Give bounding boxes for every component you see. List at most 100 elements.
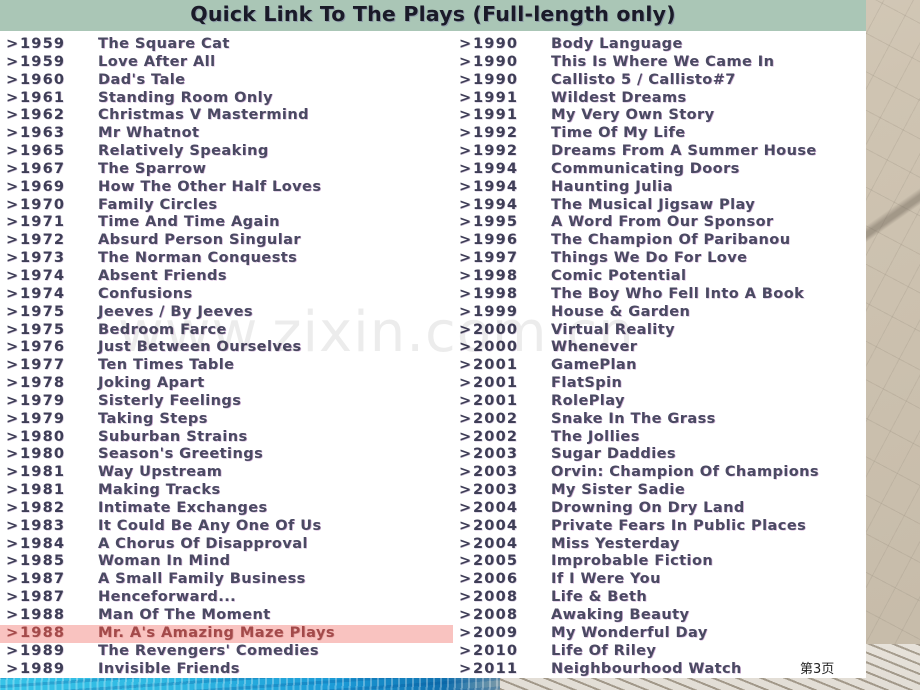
play-list-item[interactable]: >1987 A Small Family Business xyxy=(0,571,453,589)
play-list-item[interactable]: >1990 This Is Where We Came In xyxy=(453,54,866,72)
play-title[interactable]: A Word From Our Sponsor xyxy=(551,214,774,232)
play-title[interactable]: Snake In The Grass xyxy=(551,411,716,429)
play-title[interactable]: Callisto 5 / Callisto#7 xyxy=(551,72,736,90)
play-list-item[interactable]: >2008 Awaking Beauty xyxy=(453,607,866,625)
play-title[interactable]: Love After All xyxy=(98,54,216,72)
play-title[interactable]: Dad's Tale xyxy=(98,72,185,90)
play-list-item[interactable]: >1992 Dreams From A Summer House xyxy=(453,143,866,161)
play-list-item[interactable]: >1980 Suburban Strains xyxy=(0,429,453,447)
play-list-item[interactable]: >1988 Man Of The Moment xyxy=(0,607,453,625)
play-title[interactable]: My Very Own Story xyxy=(551,107,715,125)
play-list-item[interactable]: >1985 Woman In Mind xyxy=(0,553,453,571)
play-title[interactable]: My Sister Sadie xyxy=(551,482,685,500)
play-title[interactable]: Confusions xyxy=(98,286,193,304)
play-list-item[interactable]: >1970 Family Circles xyxy=(0,197,453,215)
play-list-item[interactable]: >1971 Time And Time Again xyxy=(0,214,453,232)
play-title[interactable]: Absurd Person Singular xyxy=(98,232,301,250)
play-list-item[interactable]: >2005 Improbable Fiction xyxy=(453,553,866,571)
play-title[interactable]: Suburban Strains xyxy=(98,429,248,447)
play-title[interactable]: Mr. A's Amazing Maze Plays xyxy=(98,625,335,643)
play-list-item[interactable]: >1996 The Champion Of Paribanou xyxy=(453,232,866,250)
play-list-item[interactable]: >1994 Haunting Julia xyxy=(453,179,866,197)
play-title[interactable]: Wildest Dreams xyxy=(551,90,687,108)
play-title[interactable]: Invisible Friends xyxy=(98,661,240,679)
play-list-item[interactable]: >1999 House & Garden xyxy=(453,304,866,322)
play-title[interactable]: Drowning On Dry Land xyxy=(551,500,745,518)
play-title[interactable]: A Small Family Business xyxy=(98,571,306,589)
play-list-item[interactable]: >2001 FlatSpin xyxy=(453,375,866,393)
play-title[interactable]: Virtual Reality xyxy=(551,322,675,340)
play-list-item[interactable]: >1961 Standing Room Only xyxy=(0,90,453,108)
play-list-item[interactable]: >1981 Way Upstream xyxy=(0,464,453,482)
play-list-item[interactable]: >1995 A Word From Our Sponsor xyxy=(453,214,866,232)
play-list-item[interactable]: >1973 The Norman Conquests xyxy=(0,250,453,268)
play-list-item[interactable]: >2004 Miss Yesterday xyxy=(453,536,866,554)
play-title[interactable]: Making Tracks xyxy=(98,482,221,500)
play-list-item[interactable]: >1967 The Sparrow xyxy=(0,161,453,179)
play-list-item[interactable]: >1969 How The Other Half Loves xyxy=(0,179,453,197)
play-list-item[interactable]: >2003 Orvin: Champion Of Champions xyxy=(453,464,866,482)
play-title[interactable]: Season's Greetings xyxy=(98,446,263,464)
play-title[interactable]: Private Fears In Public Places xyxy=(551,518,806,536)
play-title[interactable]: Woman In Mind xyxy=(98,553,230,571)
play-list-item[interactable]: >1965 Relatively Speaking xyxy=(0,143,453,161)
play-title[interactable]: The Sparrow xyxy=(98,161,206,179)
play-list-item[interactable]: >2004 Private Fears In Public Places xyxy=(453,518,866,536)
play-title[interactable]: Communicating Doors xyxy=(551,161,740,179)
play-list-item[interactable]: >1982 Intimate Exchanges xyxy=(0,500,453,518)
play-list-item[interactable]: >2004 Drowning On Dry Land xyxy=(453,500,866,518)
play-list-item[interactable]: >2000 Virtual Reality xyxy=(453,322,866,340)
play-list-item[interactable]: >1959 The Square Cat xyxy=(0,36,453,54)
play-list-item[interactable]: >1997 Things We Do For Love xyxy=(453,250,866,268)
play-title[interactable]: Whenever xyxy=(551,339,637,357)
play-list-item[interactable]: >1959 Love After All xyxy=(0,54,453,72)
play-title[interactable]: Miss Yesterday xyxy=(551,536,680,554)
play-list-item[interactable]: >2002 The Jollies xyxy=(453,429,866,447)
play-title[interactable]: The Boy Who Fell Into A Book xyxy=(551,286,804,304)
play-title[interactable]: Way Upstream xyxy=(98,464,222,482)
play-title[interactable]: Sisterly Feelings xyxy=(98,393,241,411)
play-title[interactable]: Joking Apart xyxy=(98,375,205,393)
play-list-item[interactable]: >1994 The Musical Jigsaw Play xyxy=(453,197,866,215)
play-title[interactable]: Time Of My Life xyxy=(551,125,686,143)
play-title[interactable]: GamePlan xyxy=(551,357,637,375)
play-list-item[interactable]: >1979 Sisterly Feelings xyxy=(0,393,453,411)
play-title[interactable]: Family Circles xyxy=(98,197,217,215)
play-title[interactable]: My Wonderful Day xyxy=(551,625,708,643)
play-title[interactable]: Awaking Beauty xyxy=(551,607,689,625)
play-title[interactable]: Haunting Julia xyxy=(551,179,673,197)
play-list-item[interactable]: >2009 My Wonderful Day xyxy=(453,625,866,643)
play-title[interactable]: The Champion Of Paribanou xyxy=(551,232,790,250)
play-list-item[interactable]: >1978 Joking Apart xyxy=(0,375,453,393)
play-list-item[interactable]: >1960 Dad's Tale xyxy=(0,72,453,90)
play-title[interactable]: Orvin: Champion Of Champions xyxy=(551,464,819,482)
play-title[interactable]: Mr Whatnot xyxy=(98,125,199,143)
play-title[interactable]: This Is Where We Came In xyxy=(551,54,774,72)
play-list-item[interactable]: >1987 Henceforward... xyxy=(0,589,453,607)
play-list-item[interactable]: >1983 It Could Be Any One Of Us xyxy=(0,518,453,536)
play-list-item[interactable]: >1988 Mr. A's Amazing Maze Plays xyxy=(0,624,453,643)
play-list-item[interactable]: >1979 Taking Steps xyxy=(0,411,453,429)
play-list-item[interactable]: >2008 Life & Beth xyxy=(453,589,866,607)
play-title[interactable]: Just Between Ourselves xyxy=(98,339,302,357)
play-title[interactable]: House & Garden xyxy=(551,304,690,322)
play-list-item[interactable]: >1990 Callisto 5 / Callisto#7 xyxy=(453,72,866,90)
play-list-item[interactable]: >1962 Christmas V Mastermind xyxy=(0,107,453,125)
play-title[interactable]: Intimate Exchanges xyxy=(98,500,268,518)
play-title[interactable]: FlatSpin xyxy=(551,375,622,393)
play-list-item[interactable]: >1992 Time Of My Life xyxy=(453,125,866,143)
play-title[interactable]: It Could Be Any One Of Us xyxy=(98,518,322,536)
play-title[interactable]: Life & Beth xyxy=(551,589,647,607)
play-list-item[interactable]: >1980 Season's Greetings xyxy=(0,446,453,464)
play-title[interactable]: Life Of Riley xyxy=(551,643,656,661)
play-title[interactable]: Neighbourhood Watch xyxy=(551,661,742,679)
play-list-item[interactable]: >2003 Sugar Daddies xyxy=(453,446,866,464)
play-title[interactable]: The Norman Conquests xyxy=(98,250,297,268)
play-list-item[interactable]: >1994 Communicating Doors xyxy=(453,161,866,179)
play-title[interactable]: Man Of The Moment xyxy=(98,607,271,625)
play-title[interactable]: Body Language xyxy=(551,36,683,54)
play-list-item[interactable]: >1976 Just Between Ourselves xyxy=(0,339,453,357)
play-title[interactable]: Absent Friends xyxy=(98,268,227,286)
play-list-item[interactable]: >2002 Snake In The Grass xyxy=(453,411,866,429)
play-title[interactable]: How The Other Half Loves xyxy=(98,179,321,197)
